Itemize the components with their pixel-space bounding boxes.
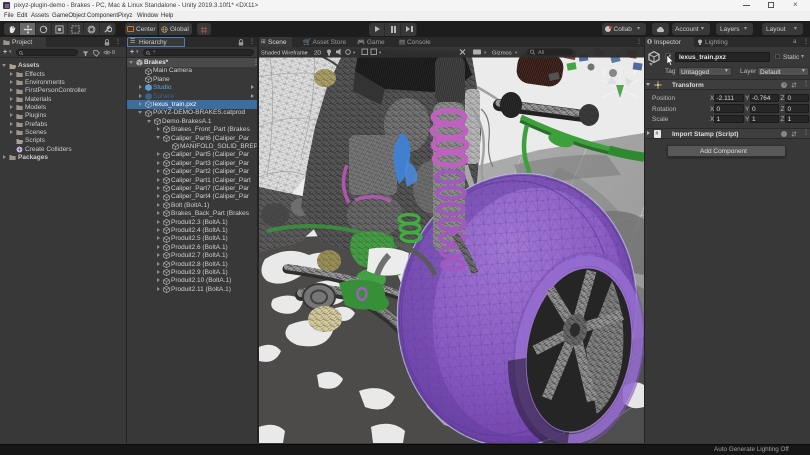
svg-text:y: y [603, 70, 606, 76]
svg-text:Shaded Wireframe: Shaded Wireframe [261, 50, 308, 56]
svg-text:x: x [633, 70, 636, 76]
svg-text:Gizmos: Gizmos [492, 50, 512, 56]
svg-text:2D: 2D [314, 50, 321, 56]
svg-text:All: All [538, 50, 544, 56]
